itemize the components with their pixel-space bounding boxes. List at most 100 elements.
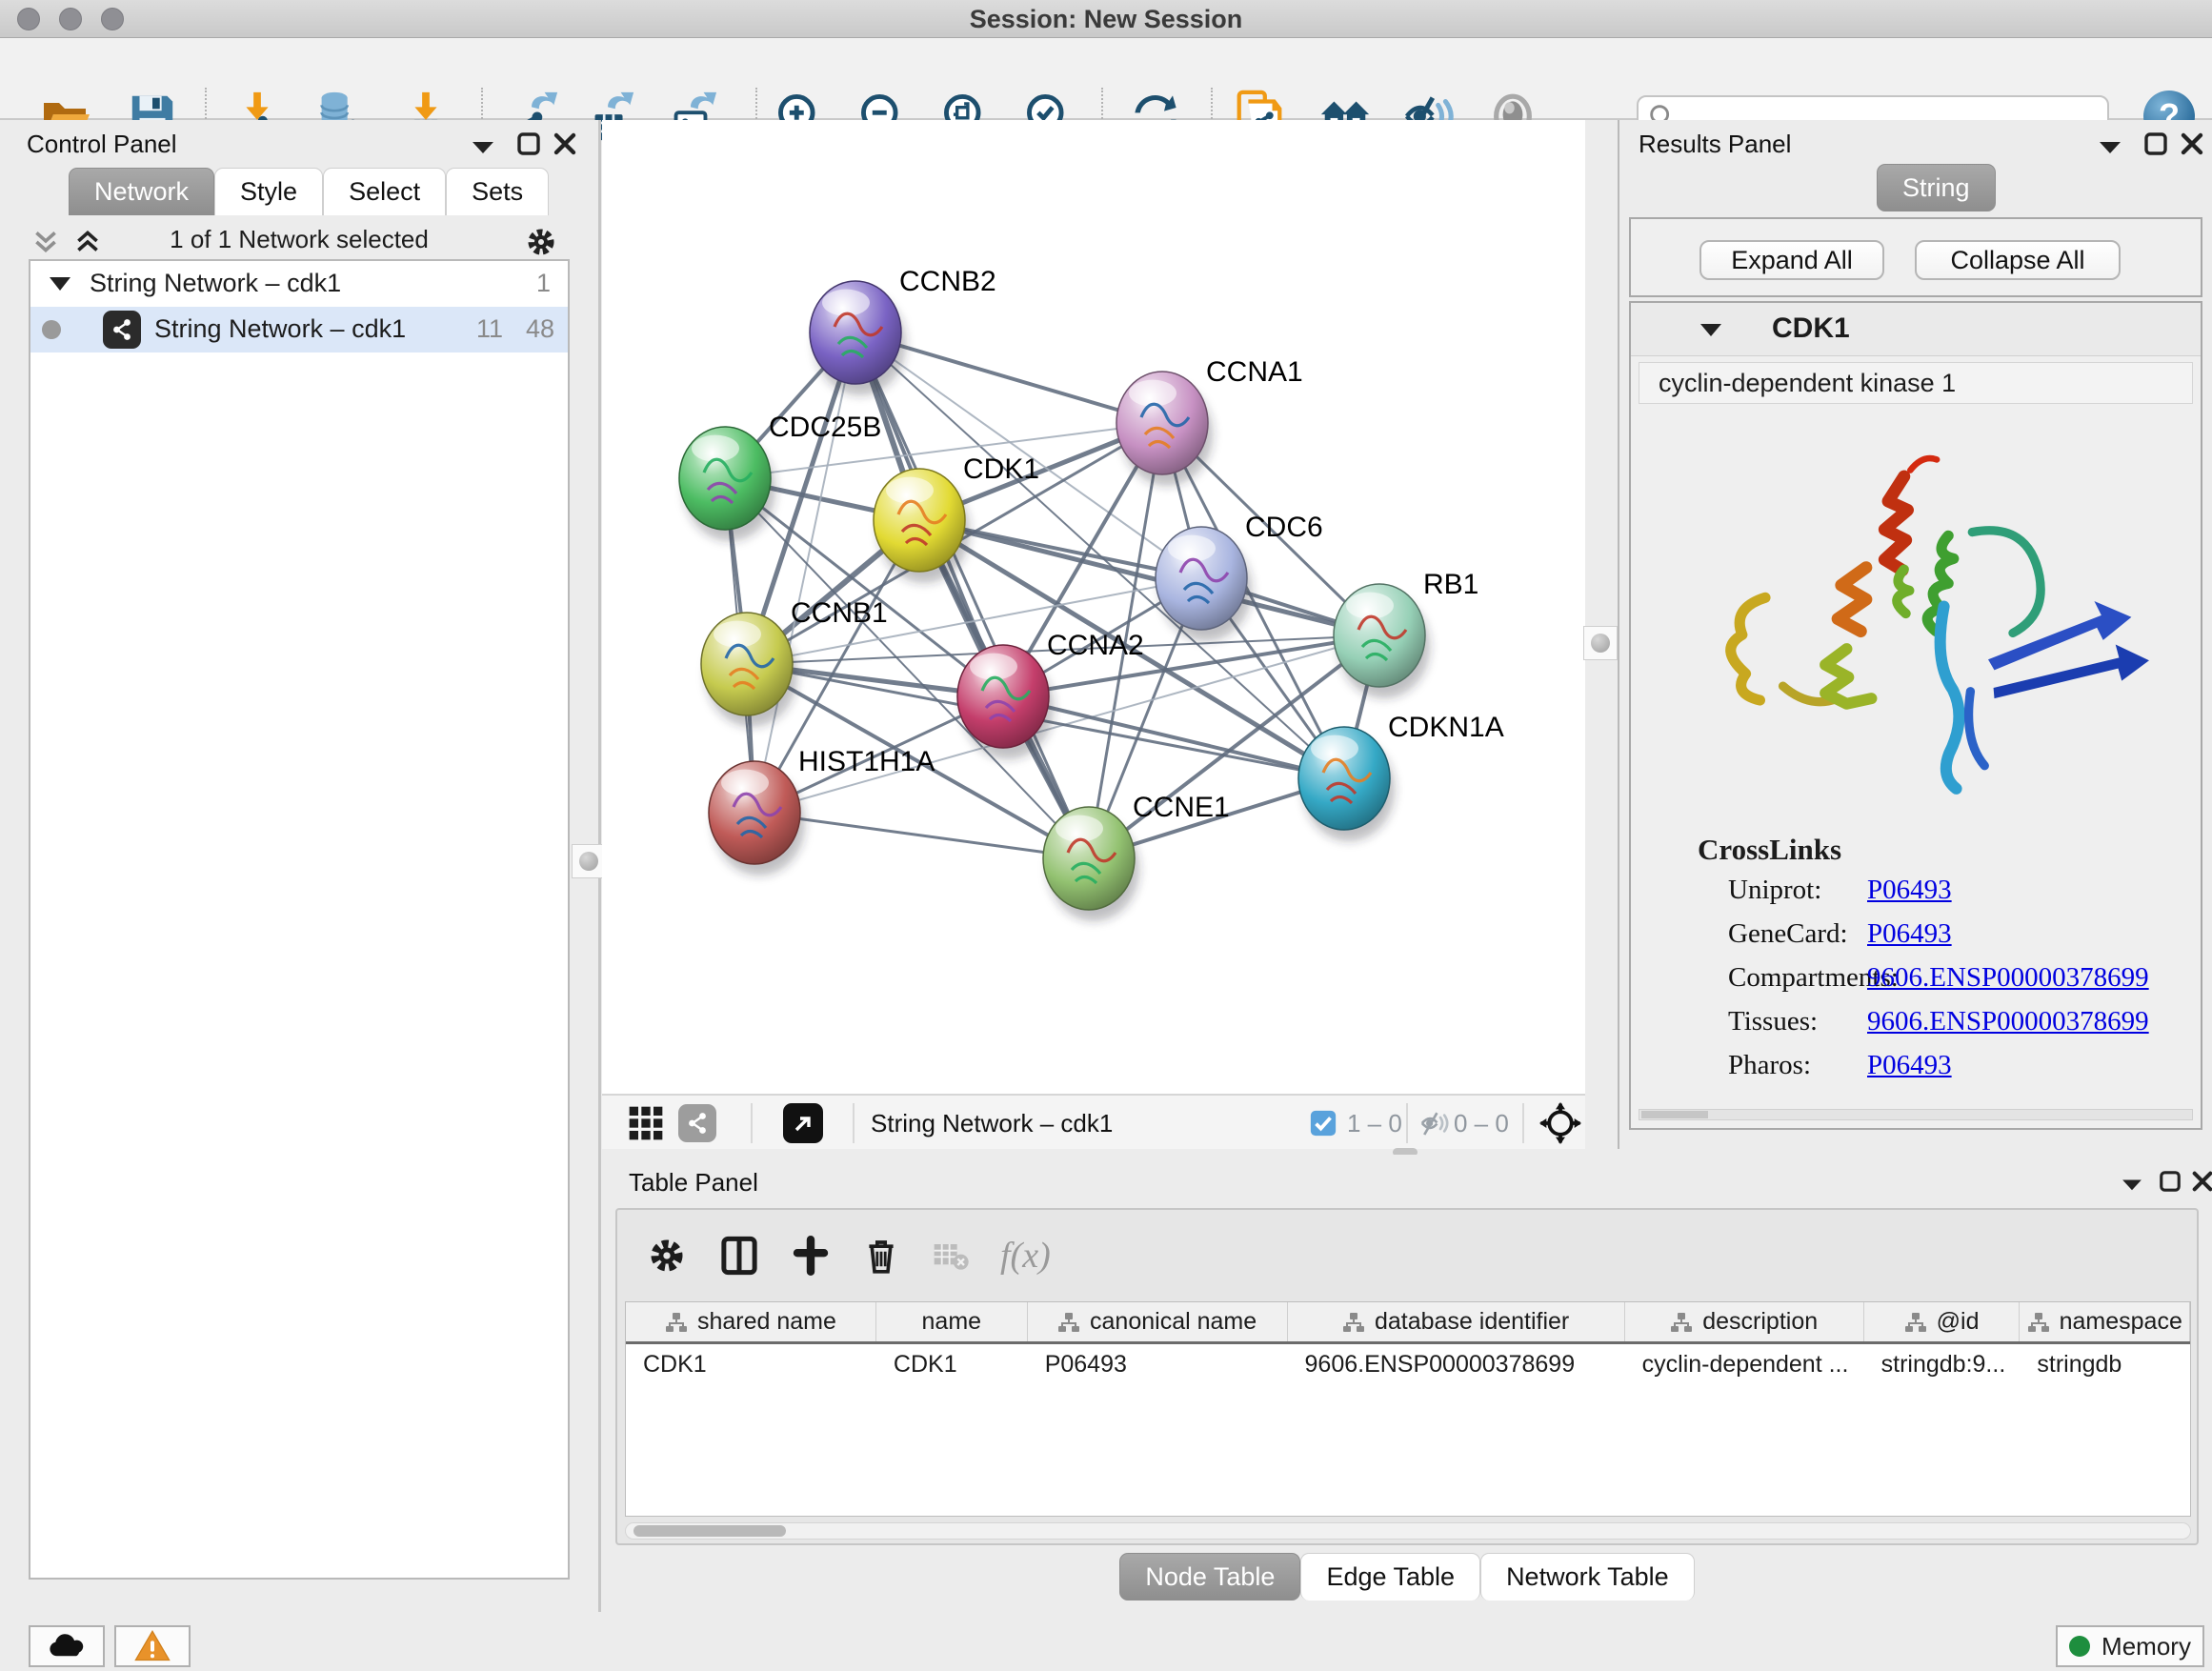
edge-CCNB2-CCNE1[interactable] [855,332,1089,858]
table-body: CDK1CDK1P064939606.ENSP00000378699cyclin… [626,1344,2190,1384]
node-section-title: CDK1 [1772,312,1850,345]
tab-node-table[interactable]: Node Table [1119,1553,1300,1601]
node-table[interactable]: shared namenamecanonical namedatabase id… [625,1301,2191,1517]
table-hscrollbar[interactable] [625,1522,2191,1540]
crosslink-link[interactable]: 9606.ENSP00000378699 [1867,962,2149,994]
table-cell[interactable]: cyclin-dependent ... [1625,1344,1864,1384]
grid-view-button[interactable] [627,1103,665,1143]
crosslink-row: GeneCard:P06493 [1631,918,2201,962]
tab-select[interactable]: Select [323,168,446,215]
column-header--id[interactable]: @id [1864,1302,2021,1341]
tab-edge-table[interactable]: Edge Table [1300,1553,1480,1601]
node-label-CCNB2: CCNB2 [899,266,996,297]
column-header-canonical-name[interactable]: canonical name [1028,1302,1288,1341]
network-row-selected[interactable]: String Network – cdk1 11 48 [30,307,568,352]
left-splitter-handle[interactable] [572,844,606,878]
crosslink-link[interactable]: P06493 [1867,1050,1952,1081]
control-panel-close-icon[interactable] [553,131,577,156]
string-view-button[interactable] [678,1103,716,1143]
column-header-database-identifier[interactable]: database identifier [1288,1302,1625,1341]
table-row[interactable]: CDK1CDK1P064939606.ENSP00000378699cyclin… [626,1344,2190,1384]
results-panel-float-icon[interactable] [2143,131,2168,156]
checkbox-checked-icon [1309,1109,1337,1137]
node-CCNE1[interactable]: CCNE1 [1043,792,1230,921]
crosslink-label: Pharos: [1728,1050,1811,1081]
node-section-header[interactable]: CDK1 [1631,303,2201,356]
show-columns-icon[interactable] [718,1235,760,1277]
crosslink-link[interactable]: P06493 [1867,918,1952,950]
crosslink-label: Tissues: [1728,1006,1818,1037]
tab-style[interactable]: Style [214,168,323,215]
node-RB1[interactable]: RB1 [1334,569,1478,698]
column-header-namespace[interactable]: namespace [2020,1302,2190,1341]
network-options-gear-icon[interactable] [524,225,558,259]
table-settings-gear-icon[interactable] [646,1235,688,1277]
crosshair-icon [1539,1102,1581,1144]
control-panel-tabs: NetworkStyleSelectSets [69,168,549,215]
delete-column-trash-icon[interactable] [861,1236,901,1276]
node-CDK1[interactable]: CDK1 [874,453,1039,583]
statusbar-separator [751,1103,753,1143]
edge-CCNB2-HIST1H1A[interactable] [754,332,855,813]
memory-button[interactable]: Memory [2056,1625,2204,1667]
warnings-button[interactable] [114,1625,191,1667]
tree-expand-icon[interactable] [48,274,72,293]
control-panel-collapse-icon[interactable] [469,137,497,156]
network-selection-bar: 1 of 1 Network selected [19,225,579,259]
table-cell[interactable]: CDK1 [626,1344,876,1384]
network-collection-row[interactable]: String Network – cdk1 1 [30,261,568,307]
crosslink-row: Uniprot: P06493 [1631,875,2201,918]
expand-all-button[interactable]: Expand All [1699,240,1884,280]
tab-sets[interactable]: Sets [446,168,549,215]
crosslinks-heading: CrossLinks [1698,833,1841,867]
table-cell[interactable]: stringdb:9... [1864,1344,2021,1384]
section-collapse-icon[interactable] [1698,320,1724,339]
node-CCNA1[interactable]: CCNA1 [1116,356,1303,486]
collection-count: 1 [536,269,551,298]
table-panel-float-icon[interactable] [2159,1170,2182,1193]
add-column-icon[interactable] [791,1236,831,1276]
results-panel-close-icon[interactable] [2180,131,2204,156]
hidden-toggle[interactable] [1418,1103,1452,1143]
crosslink-link[interactable]: P06493 [1867,875,1952,906]
table-panel-collapse-icon[interactable] [2119,1176,2145,1193]
tab-network[interactable]: Network [69,168,214,215]
tab-network-table[interactable]: Network Table [1480,1553,1695,1601]
network-graph[interactable]: CCNB2CCNA1CDC25BCDK1CDC6RB1CCNB1CCNA2CDK… [602,120,1585,1094]
table-cell[interactable]: 9606.ENSP00000378699 [1288,1344,1625,1384]
collapse-all-button[interactable]: Collapse All [1915,240,2121,280]
node-label-HIST1H1A: HIST1H1A [798,746,935,777]
node-CDKN1A[interactable]: CDKN1A [1298,712,1504,841]
table-panel-close-icon[interactable] [2191,1170,2212,1193]
crosslink-link[interactable]: 9606.ENSP00000378699 [1867,1006,2149,1037]
table-cell[interactable]: stringdb [2020,1344,2190,1384]
table-cell[interactable]: P06493 [1028,1344,1288,1384]
column-header-name[interactable]: name [876,1302,1028,1341]
column-header-shared-name[interactable]: shared name [626,1302,876,1341]
selected-checkbox[interactable] [1309,1103,1337,1143]
table-hscrollbar-thumb[interactable] [633,1525,786,1537]
table-cell[interactable]: CDK1 [876,1344,1028,1384]
node-HIST1H1A[interactable]: HIST1H1A [709,746,935,876]
selected-counts: 1 – 0 [1347,1103,1402,1143]
tab-string[interactable]: String [1877,164,1996,211]
crosslink-label: Uniprot: [1728,875,1821,906]
cytoscape-window: Session: New Session [0,0,2212,1671]
node-CCNB1[interactable]: CCNB1 [701,597,888,727]
results-panel-collapse-icon[interactable] [2096,137,2124,156]
network-list: String Network – cdk1 1 String Network –… [29,259,570,1580]
open-in-window-button[interactable] [783,1103,823,1143]
right-splitter-handle[interactable] [1583,626,1618,660]
control-panel-float-icon[interactable] [516,131,541,156]
node-label-CDC25B: CDC25B [769,412,881,443]
column-header-description[interactable]: description [1625,1302,1864,1341]
node-CDC6[interactable]: CDC6 [1156,512,1323,641]
control-panel-title: Control Panel [27,130,177,159]
cloud-button[interactable] [29,1625,105,1667]
main-toolbar: ? [0,38,2212,120]
birds-eye-toggle[interactable] [1539,1103,1581,1143]
network-canvas[interactable]: CCNB2CCNA1CDC25BCDK1CDC6RB1CCNB1CCNA2CDK… [602,120,1585,1094]
results-hscrollbar[interactable] [1639,1109,2193,1120]
memory-status-dot [2069,1636,2090,1657]
network-name: String Network – cdk1 [154,314,406,344]
